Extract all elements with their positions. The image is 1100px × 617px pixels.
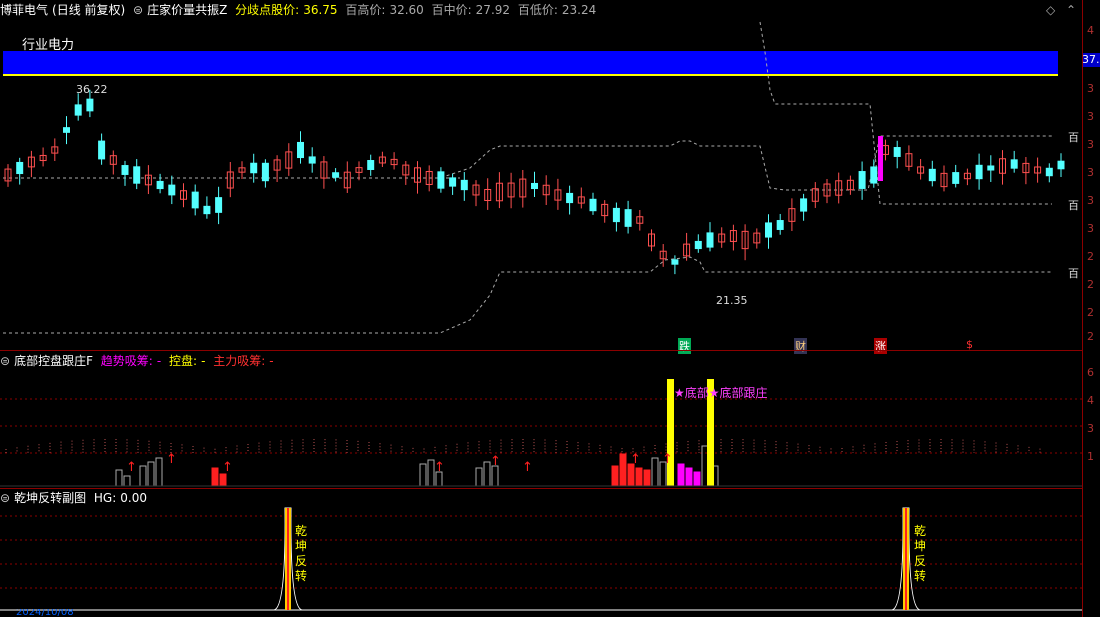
y-tick: 2 bbox=[1087, 306, 1094, 319]
sub2-signal-left: 乾坤反转 bbox=[295, 524, 309, 584]
y-tick: 2 bbox=[1087, 278, 1094, 291]
sub2-signal-right: 乾坤反转 bbox=[914, 524, 928, 584]
y-tick: 3 bbox=[1087, 194, 1094, 207]
signal-char: 转 bbox=[914, 569, 927, 583]
y-tick: 3 bbox=[1087, 82, 1094, 95]
y-tick: 3 bbox=[1087, 166, 1094, 179]
signal-char: 反 bbox=[295, 554, 308, 568]
signal-char: 坤 bbox=[295, 539, 308, 553]
y-tick: 1 bbox=[1087, 450, 1094, 463]
y-tick: 4 bbox=[1087, 394, 1094, 407]
y-tick: 6 bbox=[1087, 366, 1094, 379]
y-tick: 4 bbox=[1087, 24, 1094, 37]
signal-char: 反 bbox=[914, 554, 927, 568]
sub2-date-footer: 2024/10/08 bbox=[16, 609, 74, 617]
y-axis: 4 3 3 3 3 3 3 2 2 2 2 6 4 3 1 bbox=[1082, 0, 1100, 617]
signal-char: 坤 bbox=[914, 539, 927, 553]
signal-char: 乾 bbox=[295, 524, 308, 538]
sub1-frame bbox=[0, 351, 1082, 489]
sub2-spike-core bbox=[287, 508, 289, 610]
y-tick: 3 bbox=[1087, 138, 1094, 151]
signal-char: 乾 bbox=[914, 524, 927, 538]
y-tick: 3 bbox=[1087, 422, 1094, 435]
main-chart-frame bbox=[0, 0, 1082, 351]
y-tick: 3 bbox=[1087, 222, 1094, 235]
signal-char: 转 bbox=[295, 569, 308, 583]
sub2-spike-core bbox=[905, 508, 907, 610]
y-tick: 3 bbox=[1087, 110, 1094, 123]
y-tick: 2 bbox=[1087, 250, 1094, 263]
y-tick: 2 bbox=[1087, 330, 1094, 343]
